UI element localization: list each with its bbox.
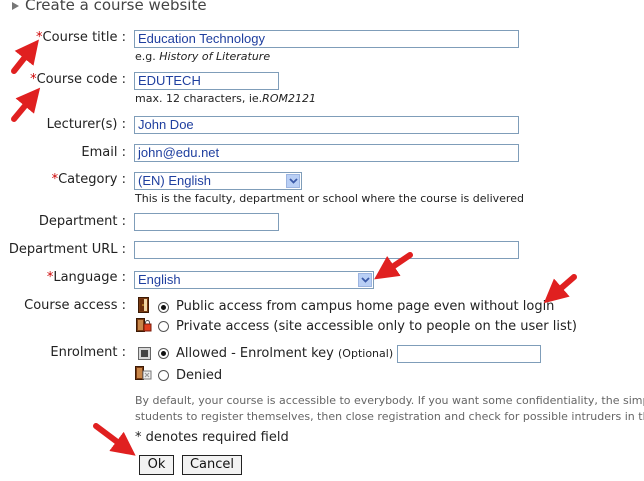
chevron-down-icon[interactable] — [286, 174, 300, 188]
course-access-label: Course access : — [24, 298, 126, 313]
door-open-icon — [138, 297, 151, 313]
triangle-right-icon — [12, 1, 19, 10]
enrolment-allowed-icon — [138, 347, 151, 360]
category-hint: This is the faculty, department or schoo… — [135, 192, 524, 205]
category-label-text: Category : — [58, 172, 126, 187]
department-input[interactable] — [134, 213, 279, 231]
ok-button[interactable]: Ok — [139, 455, 174, 475]
access-note-line-2: students to register themselves, then cl… — [135, 410, 644, 423]
category-label: *Category : — [52, 172, 126, 187]
private-access-label[interactable]: Private access (site accessible only to … — [176, 319, 577, 334]
required-note-text: denotes required field — [145, 430, 289, 445]
required-note: * denotes required field — [135, 430, 289, 445]
public-access-label[interactable]: Public access from campus home page even… — [176, 299, 554, 314]
course-code-input[interactable]: EDUTECH — [134, 72, 279, 90]
enrolment-allowed-label[interactable]: Allowed - Enrolment key (Optional) : — [176, 346, 400, 361]
enrolment-allowed-text: Allowed - Enrolment key — [176, 346, 334, 361]
category-select-value: (EN) English — [138, 173, 211, 188]
language-label: *Language : — [47, 270, 126, 285]
hint-prefix: e.g. — [135, 50, 160, 63]
door-lock-icon — [136, 318, 152, 332]
department-url-label: Department URL : — [8, 242, 126, 257]
lecturers-input[interactable]: John Doe — [134, 116, 519, 134]
course-title-label-text: Course title : — [42, 30, 126, 45]
page-title: Create a course website — [12, 0, 207, 14]
page-title-text: Create a course website — [25, 0, 207, 14]
enrolment-denied-radio[interactable] — [158, 370, 169, 381]
email-input[interactable]: john@edu.net — [134, 144, 519, 162]
department-label: Department : — [38, 214, 126, 229]
public-access-radio[interactable] — [158, 302, 169, 313]
hint-example: History of Literature — [159, 50, 271, 63]
enrolment-denied-icon — [135, 366, 152, 380]
private-access-radio[interactable] — [158, 321, 169, 332]
course-title-hint: e.g. History of Literature — [135, 50, 270, 63]
red-arrow-icon — [543, 274, 577, 304]
course-code-label: *Course code : — [30, 72, 126, 87]
red-arrow-icon — [11, 87, 41, 122]
enrolment-label: Enrolment : — [50, 345, 126, 360]
department-url-input[interactable] — [134, 241, 519, 259]
course-title-input[interactable]: Education Technology — [134, 30, 519, 48]
required-note-star: * — [135, 430, 142, 445]
course-code-label-text: Course code : — [36, 72, 126, 87]
course-code-hint: max. 12 characters, ie.ROM2121 — [135, 92, 316, 105]
hint-prefix: max. 12 characters, ie. — [135, 92, 263, 105]
language-label-text: Language : — [53, 270, 126, 285]
language-select[interactable]: English — [134, 271, 374, 289]
category-select[interactable]: (EN) English — [134, 172, 302, 190]
enrolment-allowed-radio[interactable] — [158, 348, 169, 359]
enrolment-denied-label[interactable]: Denied — [176, 368, 222, 383]
email-label: Email : — [81, 145, 126, 160]
red-arrow-icon — [11, 39, 39, 74]
access-note-line-1: By default, your course is accessible to… — [135, 394, 644, 407]
language-select-value: English — [138, 272, 181, 287]
hint-example: ROM2121 — [262, 92, 316, 105]
lecturers-label: Lecturer(s) : — [46, 117, 126, 132]
chevron-down-icon[interactable] — [358, 273, 372, 287]
red-arrow-icon — [93, 423, 136, 456]
cancel-button[interactable]: Cancel — [182, 455, 242, 475]
course-title-label: *Course title : — [36, 30, 126, 45]
enrolment-key-input[interactable] — [397, 345, 541, 363]
enrolment-optional-text: (Optional) : — [338, 347, 401, 360]
